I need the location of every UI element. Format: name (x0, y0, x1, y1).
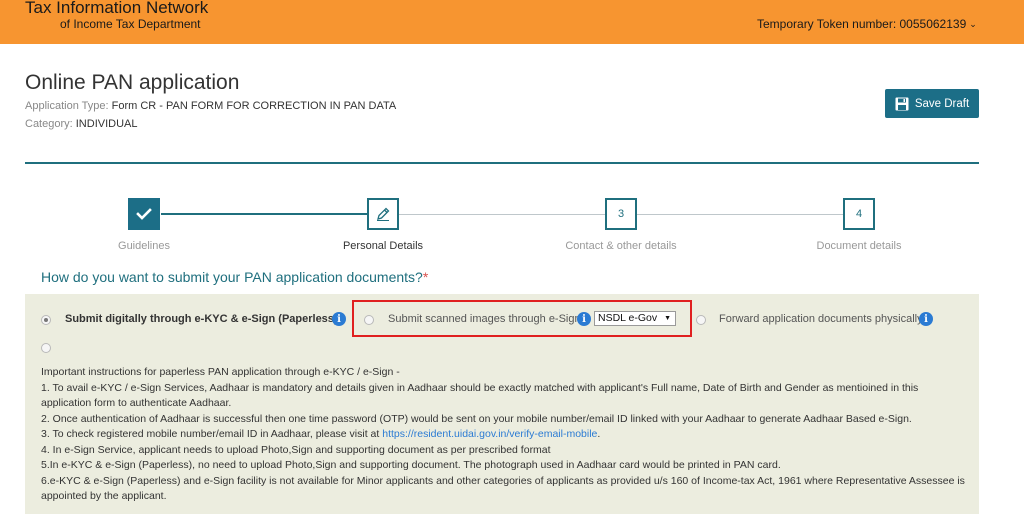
pencil-icon (377, 207, 390, 221)
progress-line (637, 214, 843, 215)
page-title: Online PAN application (25, 71, 240, 94)
instruction-2: 2. Once authentication of Aadhaar is suc… (41, 412, 912, 425)
brand-subtitle: of Income Tax Department (60, 17, 201, 31)
submission-question: How do you want to submit your PAN appli… (41, 269, 428, 285)
application-type: Application Type: Form CR - PAN FORM FOR… (25, 100, 396, 112)
radio-scanned-esign[interactable] (364, 315, 374, 325)
paperless-instructions: Important instructions for paperless PAN… (41, 365, 966, 505)
instructions-heading: Important instructions for paperless PAN… (41, 366, 400, 378)
radio-forward-physically[interactable] (696, 315, 706, 325)
dropdown-arrow-icon: ▼ (664, 315, 671, 322)
step-label-document-details: Document details (816, 240, 902, 252)
info-icon[interactable]: i (332, 312, 346, 326)
instruction-6: 6.e-KYC & e-Sign (Paperless) and e-Sign … (41, 474, 965, 503)
step-document-details[interactable]: 4 (843, 198, 875, 230)
esign-provider-value: NSDL e-Gov (598, 312, 658, 324)
progress-line (399, 214, 605, 215)
save-draft-label: Save Draft (914, 97, 970, 110)
application-type-key: Application Type: (25, 100, 112, 112)
instruction-1: 1. To avail e-KYC / e-Sign Services, Aad… (41, 381, 919, 410)
top-header-bar: Tax Information Network of Income Tax De… (0, 0, 1024, 44)
uidai-verify-link[interactable]: https://resident.uidai.gov.in/verify-ema… (382, 428, 597, 440)
instruction-3-suffix: . (597, 428, 601, 440)
checkmark-icon (136, 208, 152, 220)
instruction-5: 5.In e-KYC & e-Sign (Paperless), no need… (41, 459, 781, 471)
step-label-personal-details: Personal Details (342, 240, 424, 252)
info-icon[interactable]: i (919, 312, 933, 326)
question-text: How do you want to submit your PAN appli… (41, 269, 423, 285)
step-personal-details[interactable] (367, 198, 399, 230)
progress-line-complete (161, 213, 367, 215)
info-icon[interactable]: i (577, 312, 591, 326)
instruction-3: 3. To check registered mobile number/ema… (41, 427, 966, 443)
radio-ekyc-esign[interactable] (41, 315, 51, 325)
instruction-3-text: 3. To check registered mobile number/ema… (41, 428, 383, 440)
brand-title: Tax Information Network (25, 0, 209, 17)
radio-unlabeled[interactable] (41, 343, 51, 353)
save-icon (895, 97, 909, 110)
header-divider (25, 162, 979, 164)
step-guidelines[interactable] (128, 198, 160, 230)
category-value: INDIVIDUAL (75, 118, 138, 130)
step-number: 4 (855, 208, 863, 220)
save-draft-button[interactable]: Save Draft (885, 89, 979, 118)
option-ekyc-esign-label[interactable]: Submit digitally through e-KYC & e-Sign … (65, 313, 338, 326)
token-label: Temporary Token number: 0055062139 (757, 17, 967, 31)
option-scanned-esign-label[interactable]: Submit scanned images through e-Sign (388, 313, 581, 326)
application-type-value: Form CR - PAN FORM FOR CORRECTION IN PAN… (111, 100, 397, 112)
required-marker: * (422, 269, 429, 285)
instruction-4: 4. In e-Sign Service, applicant needs to… (41, 443, 551, 456)
token-dropdown[interactable]: Temporary Token number: 0055062139 ⌄ (757, 17, 977, 31)
step-contact-details[interactable]: 3 (605, 198, 637, 230)
step-label-guidelines: Guidelines (118, 240, 170, 252)
step-label-contact-details: Contact & other details (565, 240, 677, 252)
esign-provider-select[interactable]: NSDL e-Gov ▼ (594, 311, 676, 326)
option-forward-physically-label[interactable]: Forward application documents physically (719, 313, 923, 326)
chevron-down-icon: ⌄ (969, 19, 977, 29)
category-key: Category: (25, 118, 76, 130)
step-number: 3 (617, 208, 625, 220)
category: Category: INDIVIDUAL (25, 118, 138, 130)
